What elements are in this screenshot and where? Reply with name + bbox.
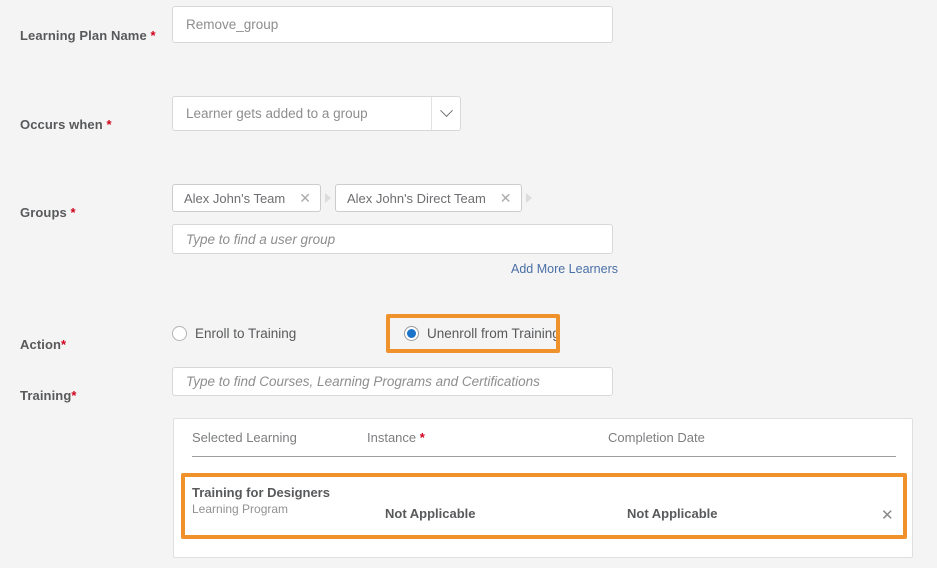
occurs-when-label-text: Occurs when (20, 117, 103, 132)
group-tag[interactable]: Alex John's Direct Team ✕ (334, 184, 522, 212)
groups-label-text: Groups (20, 205, 67, 220)
learning-plan-form-page: { "form": { "fields": { "plan_name": { "… (0, 0, 937, 568)
action-label: Action* (20, 337, 66, 352)
radio-unenroll-from-training[interactable]: Unenroll from Training (404, 326, 560, 341)
groups-tag-list: Alex John's Team ✕ Alex John's Direct Te… (172, 184, 536, 212)
action-label-text: Action (20, 337, 62, 352)
required-asterisk: * (150, 28, 156, 43)
add-more-learners-link[interactable]: Add More Learners (511, 262, 618, 276)
row-learning-type: Learning Program (192, 502, 289, 516)
required-asterisk: * (61, 337, 67, 352)
chevron-down-icon[interactable] (431, 97, 460, 130)
required-asterisk: * (71, 388, 77, 403)
tag-separator-arrow-icon (525, 193, 532, 203)
learning-plan-name-label: Learning Plan Name * (20, 28, 156, 43)
row-instance-value: Not Applicable (385, 506, 476, 521)
chevron-down-glyph (439, 104, 453, 118)
close-icon[interactable]: ✕ (500, 191, 512, 205)
table-header-selected-learning: Selected Learning (192, 430, 297, 445)
training-search-placeholder: Type to find Courses, Learning Programs … (186, 374, 540, 389)
row-learning-title: Training for Designers (192, 485, 330, 500)
groups-label: Groups * (20, 205, 76, 220)
close-icon[interactable]: ✕ (881, 508, 894, 523)
group-tag[interactable]: Alex John's Team ✕ (172, 184, 321, 212)
required-asterisk: * (419, 430, 425, 445)
required-asterisk: * (106, 117, 112, 132)
radio-checked-icon (404, 326, 419, 341)
radio-unenroll-label: Unenroll from Training (427, 326, 560, 341)
groups-search-input[interactable]: Type to find a user group (172, 224, 613, 254)
learning-plan-name-input[interactable]: Remove_group (172, 6, 613, 43)
training-label-text: Training (20, 388, 72, 403)
occurs-when-selected-value: Learner gets added to a group (186, 106, 368, 121)
training-search-input[interactable]: Type to find Courses, Learning Programs … (172, 367, 613, 396)
close-icon[interactable]: ✕ (299, 191, 311, 205)
tag-separator-arrow-icon (324, 193, 331, 203)
required-asterisk: * (70, 205, 76, 220)
occurs-when-select[interactable]: Learner gets added to a group (172, 96, 461, 131)
occurs-when-label: Occurs when * (20, 117, 112, 132)
radio-unchecked-icon (172, 326, 187, 341)
table-header-instance-text: Instance (367, 430, 417, 445)
table-header-divider (192, 456, 896, 457)
training-label: Training* (20, 388, 77, 403)
radio-enroll-label: Enroll to Training (195, 326, 297, 341)
table-row[interactable]: Training for Designers Learning Program … (181, 473, 907, 539)
row-completion-date-value: Not Applicable (627, 506, 718, 521)
selected-learning-table: Selected Learning Instance * Completion … (173, 418, 913, 558)
group-tag-label: Alex John's Team (184, 190, 286, 206)
group-tag-label: Alex John's Direct Team (346, 190, 486, 206)
table-header-completion-date: Completion Date (608, 430, 705, 445)
table-header-instance: Instance * (367, 430, 425, 445)
learning-plan-name-label-text: Learning Plan Name (20, 28, 147, 43)
radio-dot (407, 329, 416, 338)
groups-search-placeholder: Type to find a user group (186, 231, 336, 247)
radio-enroll-to-training[interactable]: Enroll to Training (172, 326, 296, 341)
learning-plan-name-value: Remove_group (186, 17, 279, 32)
